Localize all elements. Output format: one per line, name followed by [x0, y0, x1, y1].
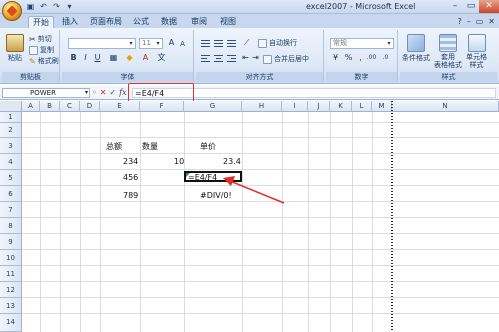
arrow-head-icon — [223, 176, 235, 186]
arrow-shaft — [229, 180, 285, 204]
office-logo-icon — [6, 5, 18, 17]
office-button[interactable] — [2, 1, 22, 21]
annotation-arrow — [223, 176, 285, 204]
